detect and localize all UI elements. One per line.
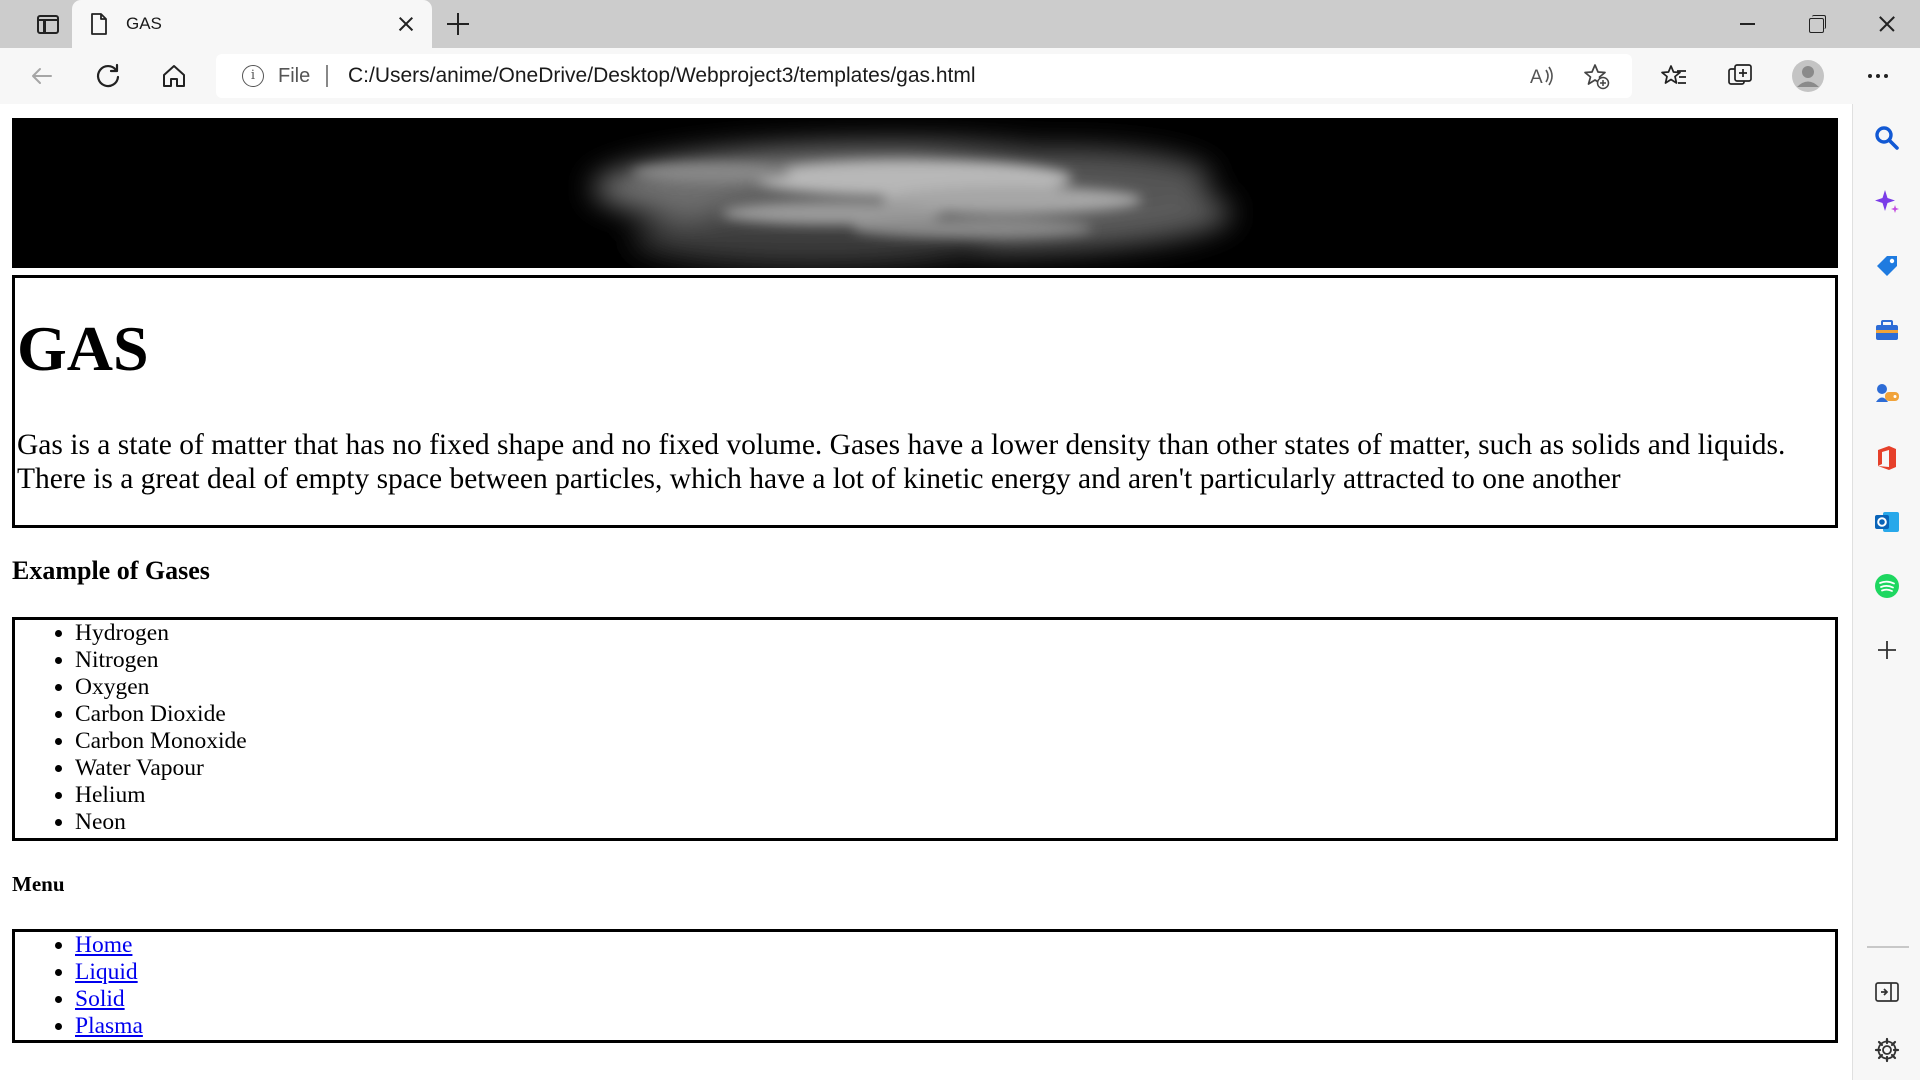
menu-heading: Menu — [12, 872, 65, 896]
list-item: Oxygen — [75, 674, 247, 701]
office-icon — [1878, 446, 1896, 470]
browser-toolbar: i File C:/Users/anime/OneDrive/Desktop/W… — [0, 48, 1920, 104]
address-scheme-label: File — [278, 65, 311, 87]
sidebar-spotify-button[interactable] — [1871, 570, 1903, 602]
list-item: Carbon Dioxide — [75, 701, 247, 728]
menu-item: Plasma — [75, 1013, 143, 1040]
sidebar-outlook-button[interactable] — [1871, 506, 1903, 538]
svg-text:A: A — [1530, 67, 1543, 88]
menu-link-solid[interactable]: Solid — [75, 986, 125, 1012]
more-icon — [1868, 74, 1888, 78]
tab-actions-icon — [37, 14, 59, 34]
menu-item: Liquid — [75, 959, 143, 986]
list-item: Carbon Monoxide — [75, 728, 247, 755]
tab-strip: GAS — [0, 0, 1920, 48]
refresh-button[interactable] — [88, 56, 128, 96]
intro-section: GAS Gas is a state of matter that has no… — [12, 275, 1838, 528]
hide-sidebar-icon — [1875, 982, 1899, 1002]
list-item: Water Vapour — [75, 755, 247, 782]
sidebar-shopping-button[interactable] — [1871, 250, 1903, 282]
menu-item: Home — [75, 932, 143, 959]
minimize-button[interactable] — [1712, 0, 1780, 48]
list-item: Helium — [75, 782, 247, 809]
sidebar-add-button[interactable] — [1871, 634, 1903, 666]
collections-button[interactable] — [1720, 56, 1760, 96]
home-button[interactable] — [154, 56, 194, 96]
back-arrow-icon — [32, 68, 52, 84]
address-divider — [326, 65, 328, 87]
home-icon — [163, 65, 185, 87]
restore-button[interactable] — [1782, 0, 1850, 48]
menu-link-home[interactable]: Home — [75, 932, 132, 958]
edge-sidebar — [1852, 104, 1920, 1080]
web-page: GAS Gas is a state of matter that has no… — [0, 104, 1852, 1080]
page-icon — [91, 13, 107, 35]
settings-more-button[interactable] — [1858, 56, 1898, 96]
examples-section: Hydrogen Nitrogen Oxygen Carbon Dioxide … — [12, 617, 1838, 841]
back-button[interactable] — [22, 56, 62, 96]
menu-link-plasma[interactable]: Plasma — [75, 1013, 143, 1039]
info-icon[interactable]: i — [242, 65, 264, 87]
add-icon — [1878, 641, 1896, 659]
copilot-icon — [1875, 190, 1899, 213]
browser-tab[interactable]: GAS — [72, 0, 432, 48]
menu-list: Home Liquid Solid Plasma — [75, 932, 143, 1040]
sidebar-search-button[interactable] — [1871, 122, 1903, 154]
settings-icon — [1874, 1037, 1900, 1063]
sidebar-office-button[interactable] — [1871, 442, 1903, 474]
search-icon — [1875, 126, 1899, 150]
tab-close-icon[interactable] — [394, 12, 418, 36]
sidebar-divider — [1867, 946, 1909, 948]
address-url[interactable]: C:/Users/anime/OneDrive/Desktop/Webproje… — [348, 64, 976, 88]
menu-link-liquid[interactable]: Liquid — [75, 959, 138, 985]
collections-icon — [1728, 64, 1752, 85]
sidebar-games-button[interactable] — [1871, 378, 1903, 410]
favorites-button[interactable] — [1654, 56, 1694, 96]
read-aloud-icon[interactable]: A — [1528, 62, 1556, 90]
add-favorite-icon[interactable] — [1582, 62, 1610, 90]
list-item: Neon — [75, 809, 247, 836]
examples-heading: Example of Gases — [12, 556, 210, 585]
page-title: GAS — [17, 313, 149, 384]
page-description: Gas is a state of matter that has no fix… — [17, 429, 1786, 495]
favorites-icon — [1661, 65, 1686, 84]
smoke-banner-image — [12, 118, 1838, 268]
hide-sidebar-button[interactable] — [1871, 976, 1903, 1008]
games-icon — [1876, 384, 1899, 402]
refresh-icon — [96, 63, 120, 88]
menu-section: Home Liquid Solid Plasma — [12, 929, 1838, 1043]
shopping-icon — [1877, 256, 1897, 276]
examples-list: Hydrogen Nitrogen Oxygen Carbon Dioxide … — [75, 620, 247, 836]
outlook-icon — [1875, 512, 1899, 532]
sidebar-settings-button[interactable] — [1871, 1034, 1903, 1066]
avatar — [1792, 60, 1824, 92]
new-tab-button[interactable] — [444, 10, 472, 38]
sidebar-tools-button[interactable] — [1871, 314, 1903, 346]
list-item: Hydrogen — [75, 620, 247, 647]
tab-actions-button[interactable] — [12, 8, 60, 40]
tools-icon — [1876, 320, 1898, 340]
spotify-icon — [1875, 574, 1899, 598]
close-window-button[interactable] — [1852, 0, 1920, 48]
list-item: Nitrogen — [75, 647, 247, 674]
profile-button[interactable] — [1788, 56, 1828, 96]
menu-item: Solid — [75, 986, 143, 1013]
address-bar[interactable]: i File C:/Users/anime/OneDrive/Desktop/W… — [216, 54, 1632, 98]
tab-title: GAS — [126, 14, 162, 33]
sidebar-copilot-button[interactable] — [1871, 186, 1903, 218]
